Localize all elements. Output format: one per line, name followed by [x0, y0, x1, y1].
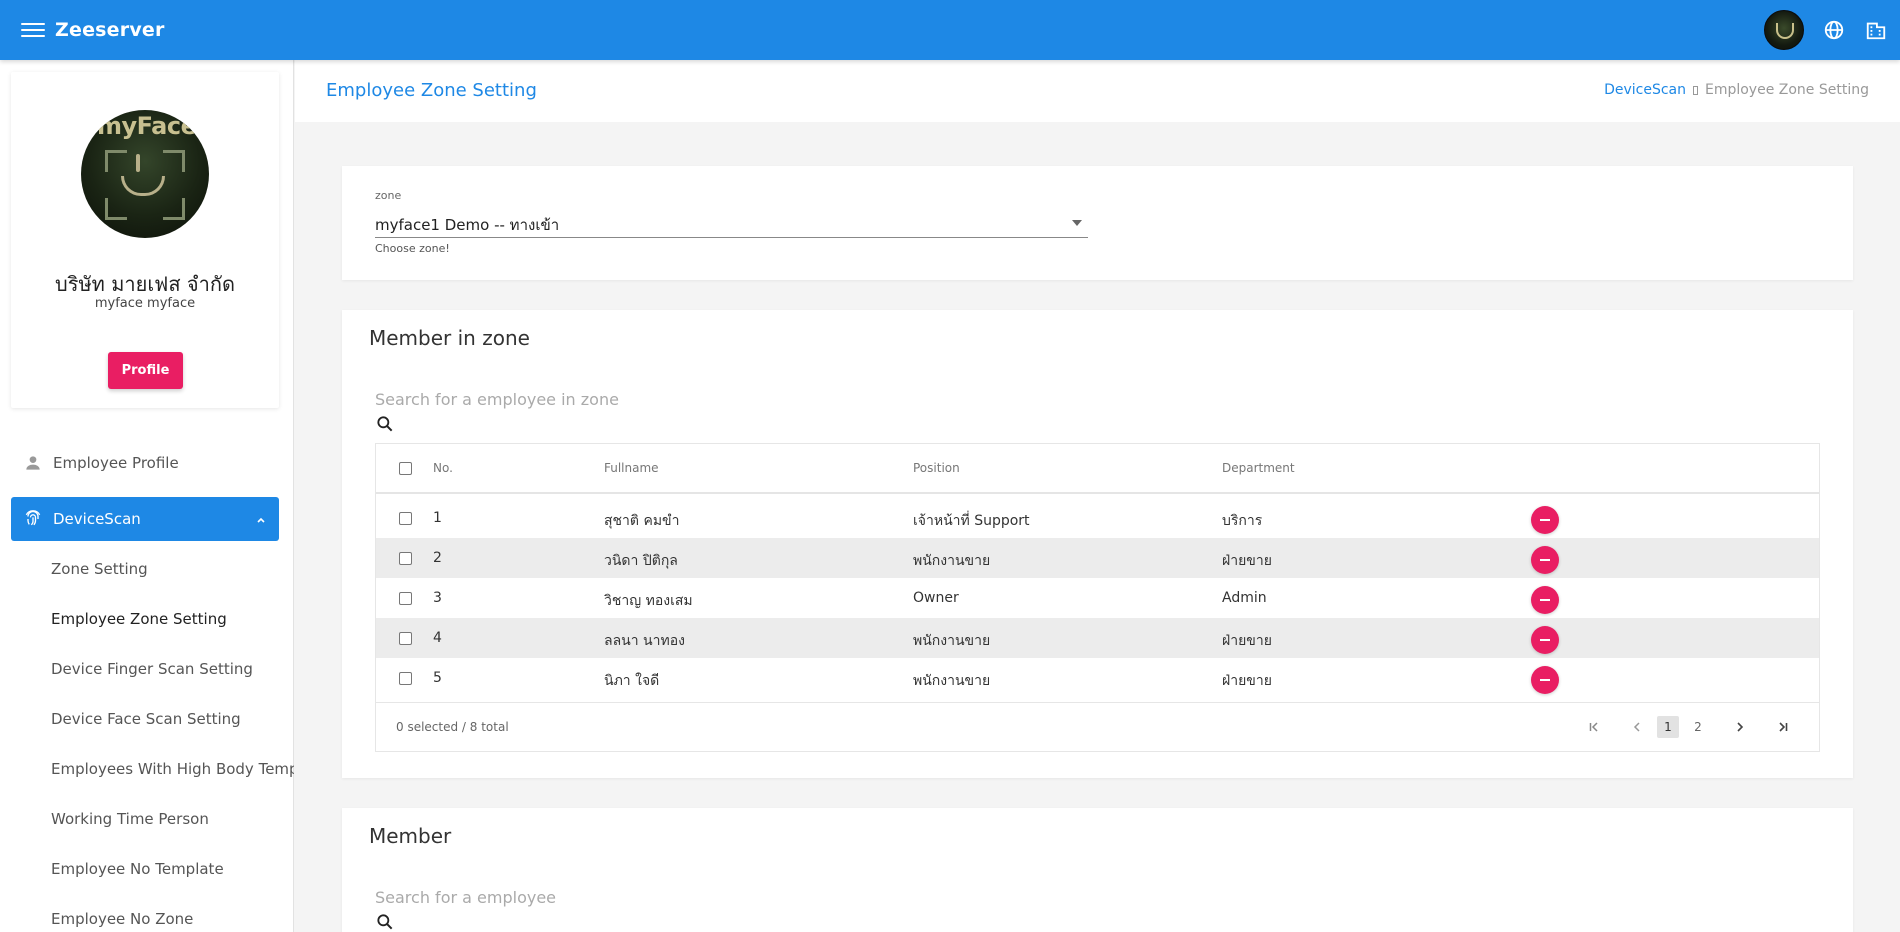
page-title: Employee Zone Setting [326, 80, 537, 101]
cell-no: 5 [433, 670, 442, 686]
profile-button[interactable]: Profile [108, 352, 183, 389]
member-search-input[interactable]: Search for a employee [375, 888, 556, 907]
table-row: 5 นิภา ใจดี พนักงานขาย ฝ่ายขาย [376, 658, 1819, 698]
column-header-department: Department [1222, 461, 1295, 475]
remove-member-button[interactable] [1531, 626, 1559, 654]
prev-page-icon[interactable] [1625, 716, 1649, 738]
table-row: 1 สุชาติ คมขำ เจ้าหน้าที่ Support บริการ [376, 498, 1819, 538]
sidebar-subitem-high-body-temperature[interactable]: Employees With High Body Temperature [51, 749, 294, 789]
remove-member-button[interactable] [1531, 506, 1559, 534]
row-checkbox[interactable] [399, 512, 412, 525]
cell-fullname: สุชาติ คมขำ [604, 513, 680, 529]
member-card: Member Search for a employee [342, 808, 1853, 932]
row-checkbox[interactable] [399, 672, 412, 685]
dropdown-arrow-icon [1072, 220, 1082, 226]
zone-select-value: myface1 Demo -- ทางเข้า [375, 216, 560, 234]
sidebar-item-label: Employee Profile [53, 454, 179, 472]
sidebar-subitem-zone-setting[interactable]: Zone Setting [51, 549, 294, 589]
page-2-button[interactable]: 2 [1687, 716, 1709, 738]
select-all-checkbox[interactable] [399, 462, 412, 475]
zone-label: zone [375, 189, 402, 202]
first-page-icon[interactable] [1582, 716, 1606, 738]
fingerprint-icon [23, 509, 43, 529]
user-avatar[interactable] [1764, 10, 1804, 50]
zone-hint: Choose zone! [375, 242, 450, 255]
search-icon[interactable] [375, 912, 395, 932]
member-in-zone-title: Member in zone [369, 326, 530, 350]
table-row: 2 วนิดา ปิติกุล พนักงานขาย ฝ่ายขาย [376, 538, 1819, 578]
sidebar-subitem-employee-zone-setting[interactable]: Employee Zone Setting [51, 599, 294, 639]
cell-department: Admin [1222, 590, 1267, 606]
globe-icon[interactable] [1816, 12, 1852, 48]
zone-members-table: No. Fullname Position Department 1 สุชาต… [375, 443, 1820, 752]
table-footer: 0 selected / 8 total 1 2 [376, 702, 1819, 752]
cell-fullname: วิชาญ ทองเสม [604, 593, 693, 609]
zone-member-search-input[interactable]: Search for a employee in zone [375, 390, 619, 409]
cell-no: 1 [433, 510, 442, 526]
profile-card: myFace บริษัท มายเฟส จำกัด myface myface… [11, 72, 279, 408]
sidebar-item-devicescan[interactable]: DeviceScan [11, 497, 279, 541]
pagination: 1 2 [1563, 716, 1795, 738]
sidebar: myFace บริษัท มายเฟส จำกัด myface myface… [0, 60, 294, 932]
building-icon[interactable] [1858, 12, 1894, 48]
cell-department: ฝ่ายขาย [1222, 633, 1272, 649]
column-header-no: No. [433, 461, 453, 475]
sidebar-subitem-employee-no-template[interactable]: Employee No Template [51, 849, 294, 889]
search-icon[interactable] [375, 414, 395, 438]
top-app-bar: Zeeserver [0, 0, 1900, 60]
table-row: 3 วิชาญ ทองเสม Owner Admin [376, 578, 1819, 618]
cell-no: 3 [433, 590, 442, 606]
sidebar-subitem-working-time-person[interactable]: Working Time Person [51, 799, 294, 839]
column-header-fullname: Fullname [604, 461, 659, 475]
row-checkbox[interactable] [399, 632, 412, 645]
breadcrumb-link-devicescan[interactable]: DeviceScan [1604, 82, 1686, 98]
cell-no: 2 [433, 550, 442, 566]
breadcrumb-current: Employee Zone Setting [1704, 82, 1869, 98]
person-icon [23, 453, 43, 473]
column-header-position: Position [913, 461, 960, 475]
cell-position: เจ้าหน้าที่ Support [913, 513, 1030, 529]
table-row: 4 ลลนา นาทอง พนักงานขาย ฝ่ายขาย [376, 618, 1819, 658]
cell-no: 4 [433, 630, 442, 646]
table-header: No. Fullname Position Department [376, 444, 1819, 494]
cell-position: พนักงานขาย [913, 633, 991, 649]
row-checkbox[interactable] [399, 592, 412, 605]
cell-position: Owner [913, 590, 959, 606]
sidebar-subitem-employee-no-zone[interactable]: Employee No Zone [51, 899, 294, 932]
row-checkbox[interactable] [399, 552, 412, 565]
last-page-icon[interactable] [1771, 716, 1795, 738]
sidebar-subitem-device-face-scan[interactable]: Device Face Scan Setting [51, 699, 294, 739]
cell-fullname: วนิดา ปิติกุล [604, 553, 678, 569]
remove-member-button[interactable] [1531, 586, 1559, 614]
page-1-button[interactable]: 1 [1657, 716, 1679, 738]
zone-card: zone myface1 Demo -- ทางเข้า Choose zone… [342, 166, 1853, 280]
selection-count: 0 selected / 8 total [396, 720, 509, 734]
remove-member-button[interactable] [1531, 546, 1559, 574]
cell-department: ฝ่ายขาย [1222, 553, 1272, 569]
menu-icon[interactable] [21, 21, 45, 39]
top-actions [1764, 0, 1900, 60]
sidebar-item-employee-profile[interactable]: Employee Profile [11, 441, 279, 485]
zone-select[interactable]: myface1 Demo -- ทางเข้า [375, 210, 1088, 238]
remove-member-button[interactable] [1531, 666, 1559, 694]
member-title: Member [369, 824, 452, 848]
breadcrumb: DeviceScan Employee Zone Setting [1604, 82, 1869, 98]
next-page-icon[interactable] [1728, 716, 1752, 738]
user-name: myface myface [94, 296, 196, 311]
cell-department: บริการ [1222, 513, 1263, 529]
cell-fullname: นิภา ใจดี [604, 673, 660, 689]
breadcrumb-separator [1692, 85, 1698, 95]
member-in-zone-card: Member in zone Search for a employee in … [342, 310, 1853, 778]
cell-department: ฝ่ายขาย [1222, 673, 1272, 689]
sidebar-item-label: DeviceScan [53, 510, 141, 528]
cell-position: พนักงานขาย [913, 673, 991, 689]
cell-fullname: ลลนา นาทอง [604, 633, 685, 649]
cell-position: พนักงานขาย [913, 553, 991, 569]
page-header: Employee Zone Setting DeviceScan Employe… [295, 60, 1900, 122]
sidebar-subitem-device-finger-scan[interactable]: Device Finger Scan Setting [51, 649, 294, 689]
app-title: Zeeserver [55, 19, 165, 41]
company-logo: myFace [81, 110, 209, 238]
chevron-up-icon [255, 512, 267, 530]
